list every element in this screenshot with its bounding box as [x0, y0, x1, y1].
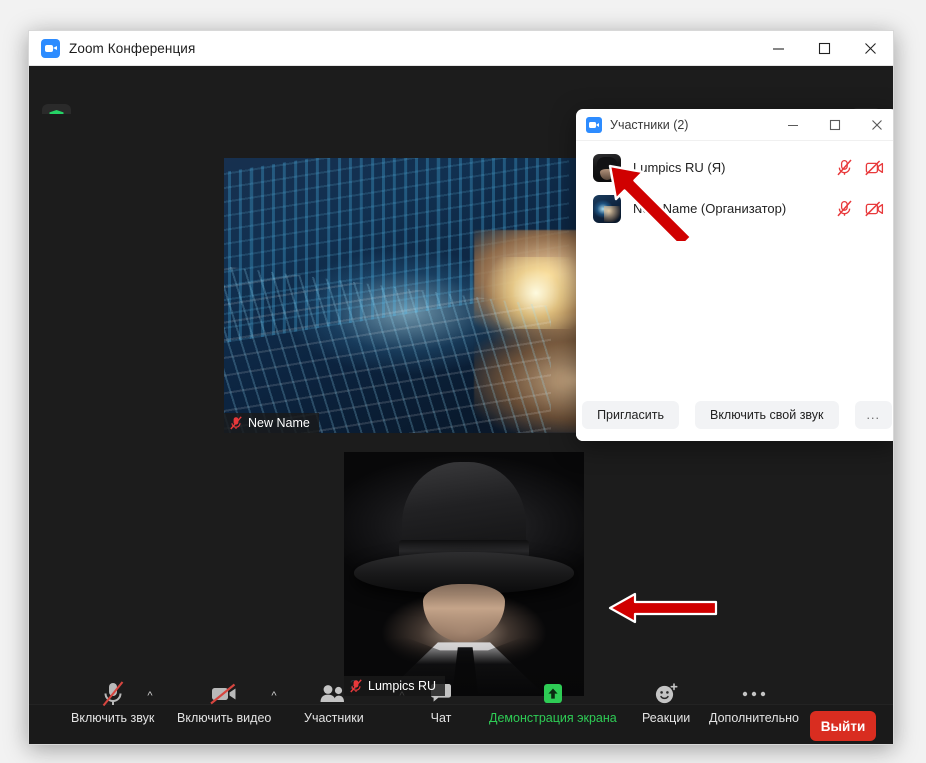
toolbar-label: Демонстрация экрана [489, 711, 617, 725]
desktop-background: Zoom Конференция New Name Lumpics RU Вкл… [0, 0, 926, 763]
toolbar-item-start-video[interactable]: Включить видео [177, 679, 272, 744]
invite-button[interactable]: Пригласить [582, 401, 679, 429]
maximize-button[interactable] [801, 31, 847, 66]
share-screen-icon [539, 679, 567, 709]
toolbar-label: Участники [304, 711, 364, 725]
chevron-up-icon-audio[interactable]: ^ [143, 689, 157, 703]
panel-minimize-button[interactable] [772, 109, 814, 141]
tile-participant-name: Lumpics RU [368, 679, 437, 693]
zoom-camera-icon [586, 116, 602, 133]
participants-panel-title: Участники (2) [610, 117, 689, 132]
mic-muted-icon [100, 679, 126, 709]
toolbar-item-unmute[interactable]: Включить звук [71, 679, 155, 744]
meeting-toolbar: Включить звук ^ Включить видео ^ Участни… [29, 678, 893, 744]
unmute-myself-button[interactable]: Включить свой звук [694, 401, 839, 429]
tile-video-feed-hat [344, 452, 584, 696]
minimize-button[interactable] [755, 31, 801, 66]
toolbar-item-more[interactable]: Дополнительно [709, 679, 799, 744]
close-button[interactable] [847, 31, 893, 66]
participants-panel-controls [772, 109, 893, 141]
video-tile-lumpics-ru[interactable]: Lumpics RU [344, 452, 584, 696]
leave-meeting-button[interactable]: Выйти [810, 711, 876, 741]
face-shape [423, 583, 505, 643]
red-arrow-up-left-icon [608, 164, 693, 241]
mic-muted-icon [350, 679, 362, 693]
participants-panel-header: Участники (2) [576, 109, 893, 141]
toolbar-label: Чат [430, 711, 452, 725]
reactions-smiley-icon [653, 679, 679, 709]
panel-close-button[interactable] [856, 109, 893, 141]
participant-status-icons [837, 159, 884, 176]
toolbar-label: Реакции [642, 711, 691, 725]
toolbar-label: Включить звук [71, 711, 155, 725]
toolbar-label: Включить видео [177, 711, 272, 725]
toolbar-item-share-screen[interactable]: Демонстрация экрана [489, 679, 617, 744]
tile-name-badge: Lumpics RU [344, 676, 446, 696]
panel-maximize-button[interactable] [814, 109, 856, 141]
chevron-up-icon-video[interactable]: ^ [267, 689, 281, 703]
mic-muted-red-icon[interactable] [837, 159, 852, 176]
window-title-bar: Zoom Конференция [29, 31, 893, 66]
zoom-camera-icon [41, 38, 60, 58]
mic-muted-red-icon[interactable] [837, 200, 852, 217]
tile-name-badge: New Name [224, 413, 319, 433]
video-muted-red-icon[interactable] [865, 159, 884, 176]
video-muted-red-icon[interactable] [865, 200, 884, 217]
video-muted-icon [209, 679, 239, 709]
toolbar-label: Дополнительно [709, 711, 799, 725]
panel-more-button[interactable]: ... [854, 401, 892, 429]
participants-panel-footer: Пригласить Включить свой звук ... [576, 389, 893, 441]
toolbar-item-reactions[interactable]: Реакции [642, 679, 691, 744]
meeting-top-strip: ид [29, 66, 893, 134]
participant-status-icons [837, 200, 884, 217]
more-dots-icon [739, 679, 769, 709]
mic-muted-icon [230, 416, 242, 430]
window-controls [755, 31, 893, 66]
tile-participant-name: New Name [248, 416, 310, 430]
window-title: Zoom Конференция [69, 40, 196, 56]
red-arrow-left-icon [608, 592, 718, 624]
zoom-meeting-window: Zoom Конференция New Name Lumpics RU Вкл… [28, 30, 894, 745]
